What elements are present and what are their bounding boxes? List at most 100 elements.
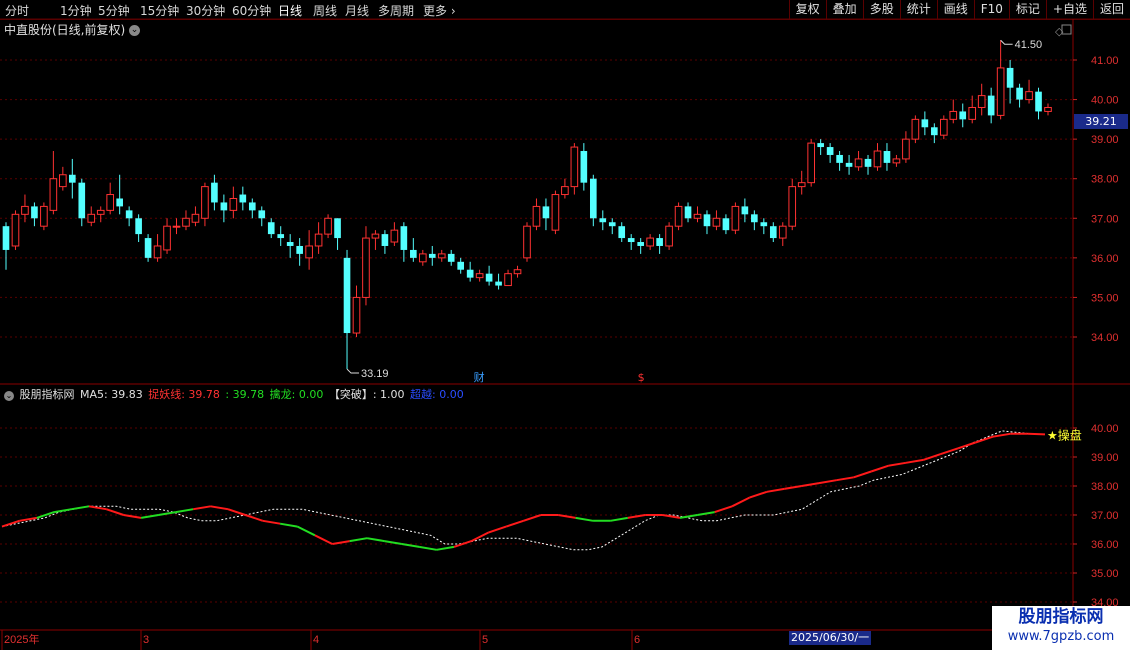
indicator-tick-label: 39.00	[1091, 452, 1119, 464]
candle-body-up	[570, 146, 579, 188]
candle-body-up	[939, 118, 948, 136]
candle-body-up	[324, 217, 332, 235]
candle-body-up	[163, 225, 171, 251]
candle-body-down	[817, 143, 824, 148]
trend-segment	[140, 514, 159, 519]
candle-body-up	[646, 237, 654, 247]
candle-body-down	[144, 238, 152, 258]
candle-body-down	[68, 174, 76, 183]
trend-segment	[992, 432, 1011, 438]
price-tick-label: 38.00	[1091, 174, 1119, 186]
time-label: 5	[482, 634, 488, 646]
indicator-tick-label: 37.00	[1091, 510, 1119, 522]
time-label: 4	[313, 634, 319, 646]
candle-body-down	[1006, 67, 1014, 88]
event-s-marker: $	[638, 371, 645, 384]
indicator-name[interactable]: 股朋指标网	[20, 388, 75, 401]
candle-body-down	[258, 210, 266, 219]
crosshair-date-tag: 2025/06/30/一	[789, 631, 872, 645]
candle-body-up	[418, 253, 427, 263]
indicator-tick-label: 38.00	[1091, 481, 1119, 493]
trend-segment	[262, 519, 281, 525]
qinlong-label: 擒龙: 0.00	[269, 388, 324, 401]
indicator-tick-label: 35.00	[1091, 568, 1119, 580]
candle-body-down	[447, 253, 455, 262]
candle-body-down	[410, 249, 417, 258]
trend-segment	[957, 441, 976, 450]
candle-body-up	[873, 150, 882, 168]
price-tick-label: 40.00	[1091, 95, 1119, 107]
candle-body-down	[741, 206, 749, 215]
indicator-title: ⌄ 股朋指标网 MA5: 39.83 捉妖线: 39.78 : 39.78 擒龙…	[4, 386, 466, 402]
candle-body-up	[191, 213, 200, 223]
price-tick-label: 37.00	[1091, 213, 1119, 225]
candle-body-up	[305, 245, 313, 259]
price-tick-label: 39.00	[1091, 134, 1119, 146]
candlestick-chart[interactable]: 41.50 33.19 财 $ ★操盘 41.00 40.00 39.00 38.00 37.…	[0, 0, 1130, 650]
candle-body-up	[21, 205, 29, 215]
indicator-menu-icon[interactable]: ⌄	[4, 391, 14, 401]
trend-segment	[749, 490, 768, 499]
indicator-group: ★操盘	[1, 427, 1082, 551]
candle-body-up	[11, 213, 20, 247]
trend-segment	[436, 545, 455, 551]
candle-body-down	[618, 226, 626, 239]
trend-segment	[384, 540, 402, 545]
trend-segment	[245, 514, 264, 522]
candle-body-down	[599, 218, 607, 223]
candle-body-up	[172, 225, 181, 228]
candle-body-up	[40, 205, 48, 227]
candle-body-down	[864, 158, 872, 167]
low-label: 33.19	[361, 368, 389, 380]
candle-body-up	[977, 95, 986, 108]
trend-segment	[175, 508, 194, 514]
candle-body-down	[211, 182, 218, 203]
trend-segment	[888, 461, 907, 467]
price-tick-label: 36.00	[1091, 253, 1119, 265]
event-cai-marker: 财	[474, 370, 485, 384]
candle-body-down	[485, 273, 493, 282]
candle-body-up	[778, 225, 787, 239]
trend-segment	[314, 534, 333, 545]
candle-body-up	[892, 158, 901, 164]
candle-body-up	[1025, 91, 1033, 101]
trend-segment	[1, 519, 20, 528]
zhuoyao-label: 捉妖线: 39.78	[148, 388, 220, 401]
chevron-down-icon[interactable]: ⌄	[129, 25, 141, 36]
candle-body-down	[239, 194, 247, 203]
price-tick-label: 34.00	[1091, 332, 1119, 344]
candle-body-up	[475, 273, 484, 279]
candle-body-down	[334, 218, 341, 239]
trend-segment	[71, 505, 90, 511]
time-label: 6	[634, 634, 640, 646]
candle-body-down	[277, 234, 285, 239]
candle-body-up	[49, 178, 58, 211]
candle-body-up	[665, 225, 673, 247]
trend-segment	[818, 479, 837, 485]
candle-body-down	[722, 218, 730, 231]
trend-segment	[975, 435, 994, 444]
trend-segment	[940, 447, 959, 456]
price-tick-label: 41.00	[1091, 55, 1119, 67]
trend-segment	[349, 537, 368, 543]
candle-body-down	[135, 218, 142, 235]
candle-body-down	[125, 210, 133, 219]
trend-segment	[158, 511, 176, 516]
candle-body-down	[457, 261, 465, 270]
watermark-title: 股朋指标网	[1018, 607, 1104, 627]
candle-body-up	[390, 229, 399, 243]
trend-segment	[123, 514, 142, 519]
candle-body-down	[428, 253, 436, 258]
trend-segment	[366, 537, 385, 543]
stock-title[interactable]: 中直股份(日线,前复权) ⌄	[4, 21, 141, 38]
candle-body-down	[826, 147, 834, 155]
candle-body-down	[883, 151, 891, 163]
candle-body-up	[797, 182, 806, 188]
candle-body-down	[637, 242, 644, 246]
indicator-tick-label: 40.00	[1091, 423, 1119, 435]
candle-body-down	[2, 226, 10, 250]
candle-body-up	[561, 186, 569, 196]
candle-body-down	[31, 206, 38, 219]
trend-segment	[505, 519, 524, 528]
candle-body-up	[437, 253, 446, 259]
